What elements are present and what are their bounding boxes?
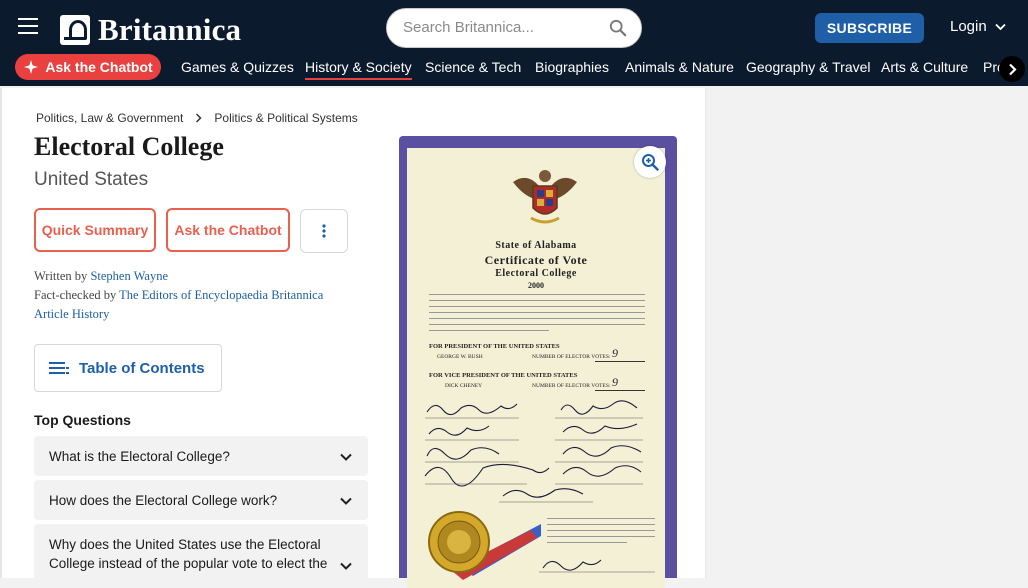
logo-text: Britannica <box>98 12 242 47</box>
chevron-right-icon <box>196 113 202 123</box>
president-label: For President of the United States <box>429 343 560 350</box>
president-name: George W. Bush <box>437 354 483 360</box>
nav-biographies[interactable]: Biographies <box>535 59 609 75</box>
login-button[interactable]: Login <box>950 18 1006 35</box>
nav-games-quizzes[interactable]: Games & Quizzes <box>181 59 294 75</box>
chevron-right-icon <box>1008 63 1017 75</box>
fact-checked-label: Fact-checked by <box>34 288 117 302</box>
question-item[interactable]: How does the Electoral College work? <box>34 480 368 520</box>
ask-chatbot-button[interactable]: Ask the Chatbot <box>166 208 290 252</box>
certificate-title-line: Electoral College <box>495 268 577 279</box>
nav-history-society[interactable]: History & Society <box>305 59 412 80</box>
subscribe-button[interactable]: SUBSCRIBE <box>815 13 924 43</box>
chevron-down-icon <box>340 562 352 570</box>
breadcrumb-link[interactable]: Politics, Law & Government <box>36 111 183 125</box>
kebab-menu-icon <box>322 224 326 238</box>
thistle-logo-icon <box>60 15 90 45</box>
more-options-button[interactable] <box>300 209 348 253</box>
category-navbar: Ask the Chatbot Games & Quizzes History … <box>0 54 1028 86</box>
fact-checked-by: Fact-checked by The Editors of Encyclopa… <box>34 288 323 303</box>
certificate-title-line: State of Alabama <box>495 240 577 251</box>
chevron-down-icon <box>340 497 352 505</box>
search-input[interactable] <box>403 19 603 36</box>
britannica-logo[interactable]: Britannica <box>60 12 241 48</box>
question-text: How does the Electoral College work? <box>49 493 278 508</box>
hamburger-menu-icon[interactable] <box>18 18 38 36</box>
vp-name: Dick Cheney <box>445 383 483 389</box>
president-votes: 9 <box>612 346 618 360</box>
search-box <box>386 8 642 48</box>
nav-science-tech[interactable]: Science & Tech <box>425 59 521 75</box>
fact-checker-link[interactable]: The Editors of Encyclopaedia Britannica <box>119 288 323 302</box>
vp-votes: 9 <box>612 375 618 389</box>
nav-scroll-right-button[interactable] <box>999 56 1025 82</box>
question-text: What is the Electoral College? <box>49 449 230 464</box>
article-history: Article History <box>34 307 109 322</box>
written-by: Written by Stephen Wayne <box>34 269 168 284</box>
search-icon[interactable] <box>609 19 627 37</box>
sparkle-icon <box>24 60 39 74</box>
ask-chatbot-nav-label: Ask the Chatbot <box>45 59 153 75</box>
zoom-image-button[interactable] <box>634 146 666 178</box>
quick-summary-button[interactable]: Quick Summary <box>34 208 156 252</box>
chevron-down-icon <box>995 23 1006 30</box>
state-seal <box>428 511 541 580</box>
certificate-title-line: Certificate of Vote <box>484 253 588 267</box>
question-text: Why does the United States use the Elect… <box>49 537 328 571</box>
nav-arts-culture[interactable]: Arts & Culture <box>881 59 968 75</box>
certificate-image: State of Alabama Certificate of Vote Ele… <box>407 148 665 588</box>
nav-geography-travel[interactable]: Geography & Travel <box>746 59 871 75</box>
ask-chatbot-nav-button[interactable]: Ask the Chatbot <box>15 54 161 80</box>
article-content: Politics, Law & Government Politics & Po… <box>0 88 706 588</box>
login-label: Login <box>950 18 987 35</box>
breadcrumb: Politics, Law & Government Politics & Po… <box>36 111 358 125</box>
vp-label: For Vice President of the United States <box>429 372 578 379</box>
question-item[interactable]: Why does the United States use the Elect… <box>34 524 368 578</box>
article-history-link[interactable]: Article History <box>34 307 109 321</box>
elector-signatures <box>424 400 643 503</box>
question-item[interactable]: What is the Electoral College? <box>34 436 368 476</box>
author-link[interactable]: Stephen Wayne <box>90 269 168 283</box>
article-image[interactable]: State of Alabama Certificate of Vote Ele… <box>399 136 677 588</box>
chevron-down-icon <box>340 453 352 461</box>
coat-of-arms-emblem <box>513 170 577 224</box>
top-questions-title: Top Questions <box>34 412 131 428</box>
table-of-contents-button[interactable]: Table of Contents <box>34 344 222 392</box>
zoom-in-icon <box>642 154 659 171</box>
votes-label: Number of Elector Votes: <box>532 383 611 389</box>
certificate-year: 2000 <box>528 281 544 290</box>
list-icon <box>49 362 69 374</box>
votes-label: Number of Elector Votes: <box>532 354 611 360</box>
nav-animals-nature[interactable]: Animals & Nature <box>625 59 734 75</box>
page-subtitle: United States <box>34 169 149 190</box>
top-header: Britannica SUBSCRIBE Login <box>0 0 1028 56</box>
secretary-signature <box>539 559 655 573</box>
breadcrumb-link[interactable]: Politics & Political Systems <box>214 111 357 125</box>
page-title: Electoral College <box>34 132 224 161</box>
toc-label: Table of Contents <box>79 359 205 377</box>
written-by-label: Written by <box>34 269 88 283</box>
